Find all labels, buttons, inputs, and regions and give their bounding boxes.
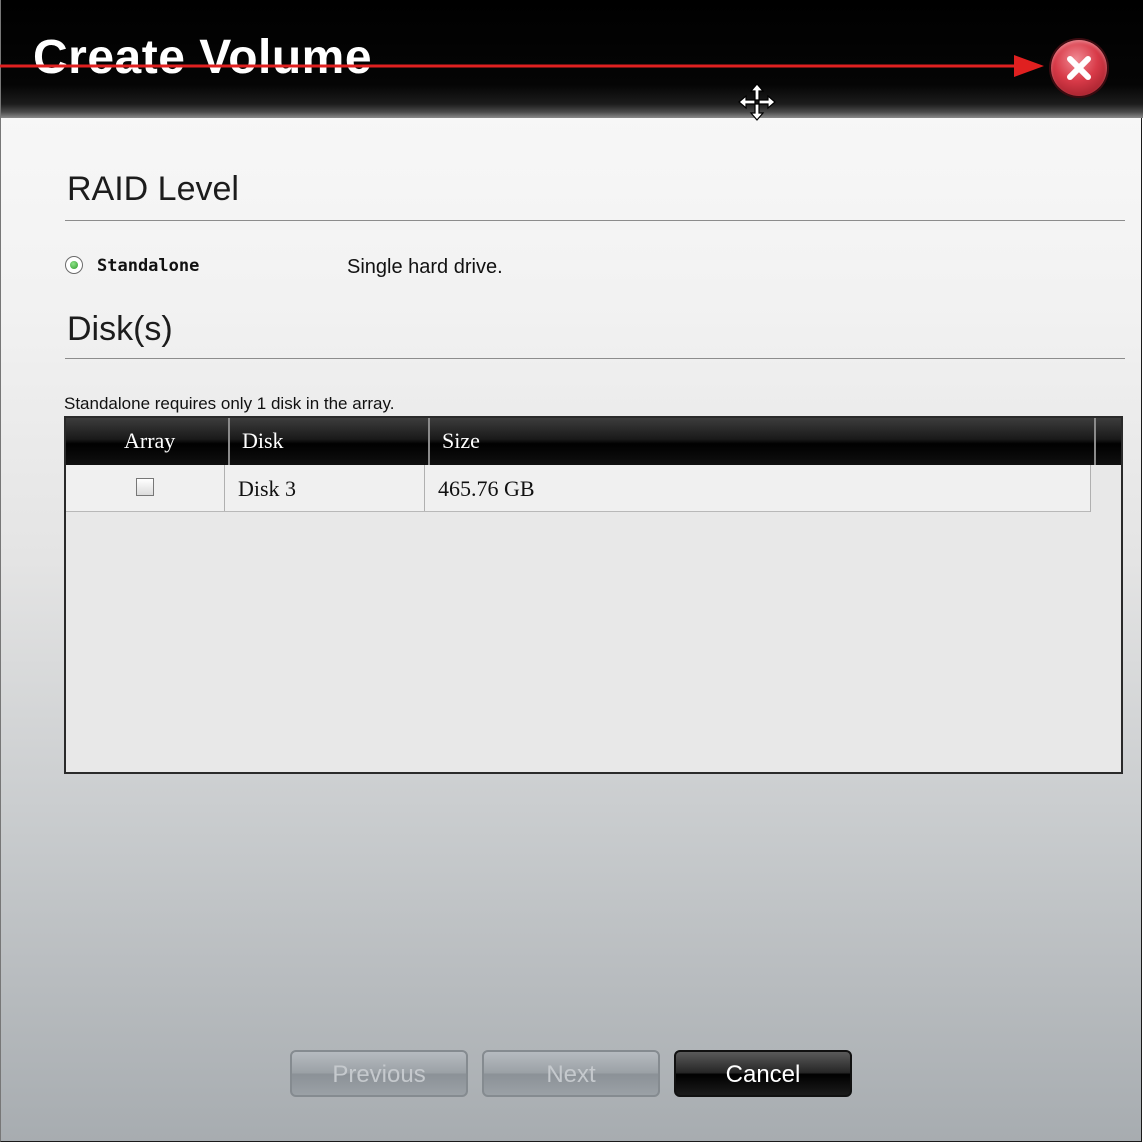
raid-standalone-label[interactable]: Standalone	[97, 256, 199, 276]
create-volume-dialog: Create Volume RAID Level Standalone Sing…	[0, 0, 1143, 1142]
row-end-divider	[1090, 465, 1091, 512]
column-divider	[1094, 418, 1096, 465]
array-checkbox[interactable]	[136, 478, 154, 496]
disks-divider	[65, 358, 1125, 359]
cancel-button[interactable]: Cancel	[674, 1050, 852, 1097]
previous-button[interactable]: Previous	[290, 1050, 468, 1097]
column-header-array[interactable]: Array	[124, 428, 175, 454]
column-header-disk[interactable]: Disk	[242, 428, 284, 454]
raid-level-heading: RAID Level	[67, 170, 239, 208]
radio-selected-dot	[70, 261, 78, 269]
column-divider	[228, 418, 230, 465]
raid-standalone-description: Single hard drive.	[347, 256, 503, 278]
table-row[interactable]: Disk 3 465.76 GB	[66, 465, 1090, 512]
raid-level-divider	[65, 220, 1125, 221]
disk-name-cell: Disk 3	[238, 476, 297, 501]
disk-table-header: Array Disk Size	[66, 418, 1121, 465]
cell-divider	[224, 465, 225, 511]
disk-table: Array Disk Size Disk 3 465.76 GB	[64, 416, 1123, 774]
column-divider	[428, 418, 430, 465]
next-button[interactable]: Next	[482, 1050, 660, 1097]
disk-size-cell: 465.76 GB	[438, 476, 535, 501]
annotation-arrow-icon	[0, 55, 1044, 77]
disks-heading: Disk(s)	[67, 310, 173, 348]
raid-standalone-radio[interactable]	[65, 256, 83, 274]
cell-divider	[424, 465, 425, 511]
disks-hint-text: Standalone requires only 1 disk in the a…	[64, 394, 395, 413]
column-header-size[interactable]: Size	[442, 428, 480, 454]
